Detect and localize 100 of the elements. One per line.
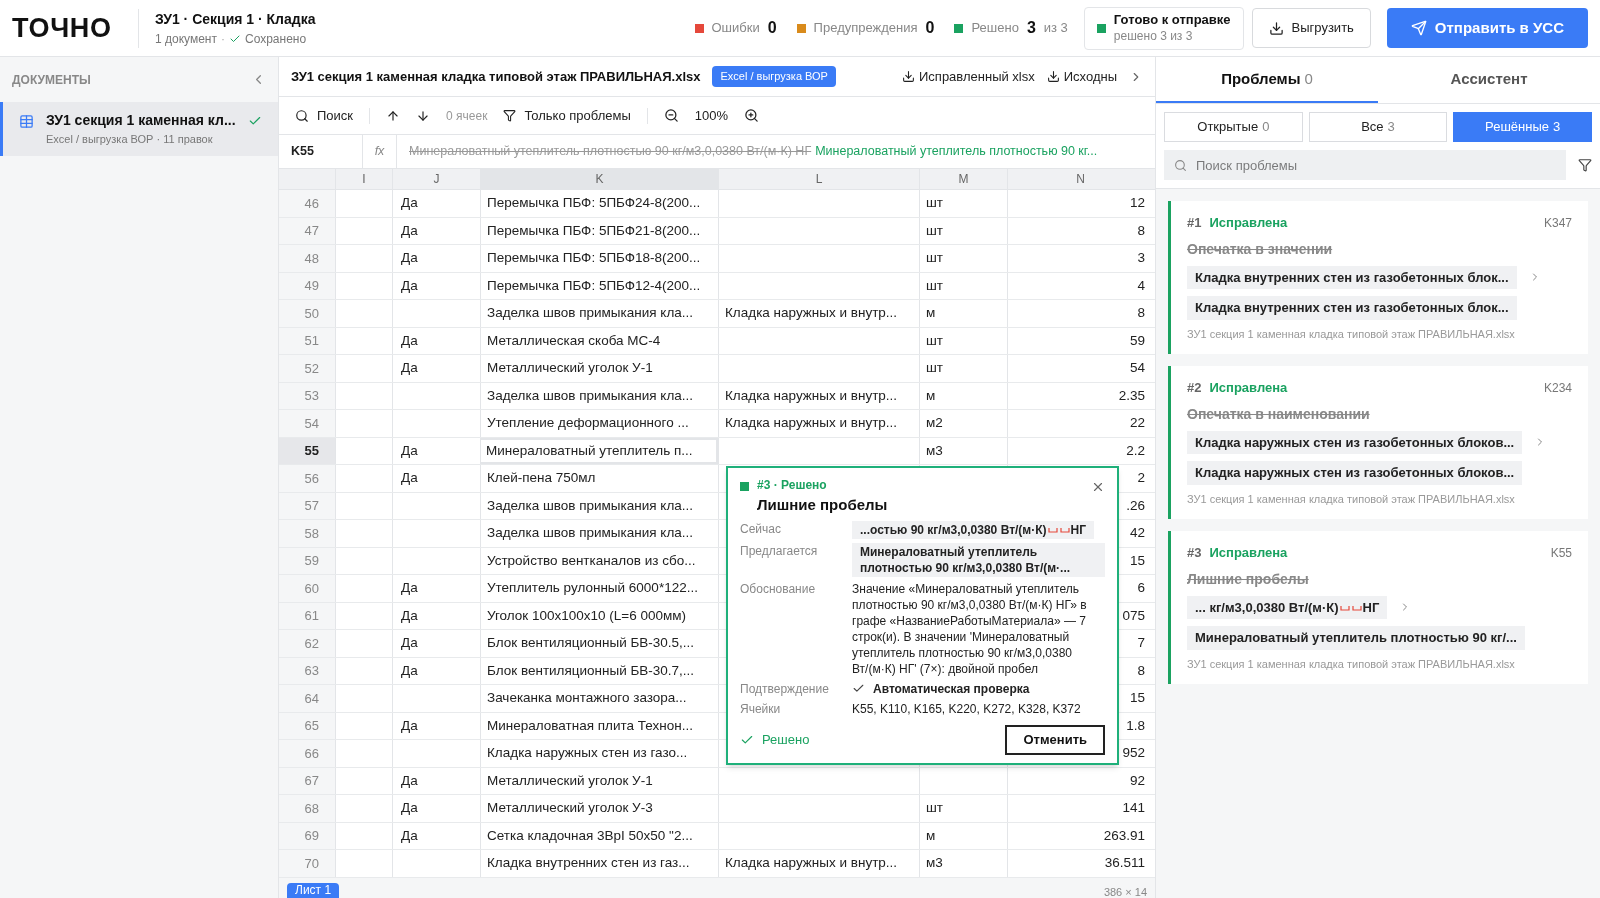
- table-cell-text: Минераловатный утеплитель п...: [486, 441, 693, 460]
- filter-segment[interactable]: Решённые 3: [1453, 112, 1592, 142]
- row-number: 54: [279, 410, 335, 437]
- row-number: 55: [279, 437, 335, 464]
- table-cell-text: Блок вентиляционный БВ-30.5,...: [487, 634, 695, 653]
- table-cell-text: Да: [401, 579, 418, 598]
- problem-search-field[interactable]: Поиск проблемы: [1164, 150, 1566, 180]
- table-cell-text: 54: [1129, 359, 1145, 378]
- table-cell-text: Клей-пена 750мл: [487, 469, 596, 488]
- send-icon: [1410, 20, 1427, 36]
- issue-title: Опечатка в наименовании: [1187, 404, 1371, 424]
- document-count: 1 документ: [155, 30, 217, 48]
- field-label: Ячейки: [740, 700, 782, 717]
- table-cell-text: Да: [401, 221, 418, 240]
- close-icon[interactable]: [1091, 480, 1105, 494]
- field-value: Значение «Минераловатный утеплитель плотностью 90 кг/м3,0,0380 Вт/(м·К) НГ» в графе «НазваниеРаботыМатериала» — 7 строк(и). В значении 'Минераловатный утеплитель плотностью 90 кг/м3,0,0380 Вт/(м·К) НГ' (7×): двойной пробел: [852, 580, 1088, 677]
- row-number: 66: [279, 740, 335, 767]
- panel-tab[interactable]: Ассистент: [1378, 57, 1600, 103]
- table-cell-text: 263.91: [1103, 826, 1145, 845]
- row-number: 49: [279, 272, 335, 299]
- original-value-chip: Кладка наружных стен из газобетонных блоков...: [1187, 430, 1523, 454]
- column-header[interactable]: I: [335, 169, 392, 189]
- table-cell-text: м: [926, 304, 936, 323]
- zoom-out-icon[interactable]: [663, 108, 679, 123]
- stat-value: 0: [767, 18, 777, 38]
- column-header[interactable]: L: [718, 169, 919, 189]
- search-button[interactable]: Поиск: [295, 105, 354, 126]
- problems-filter-button[interactable]: Только проблемы: [503, 105, 631, 126]
- row-number: 46: [279, 190, 335, 217]
- table-cell-text: Минераловатная плита Технон...: [487, 716, 693, 735]
- table-cell-text: Сетка кладочная 3ВрI 50x50 "2...: [487, 826, 693, 845]
- table-cell-text: Да: [401, 634, 418, 653]
- download-icon: [902, 70, 915, 83]
- table-cell-text: Утепление деформационного ...: [487, 414, 689, 433]
- table-cell-text: 075: [1122, 606, 1145, 625]
- row-number: 50: [279, 300, 335, 327]
- table-cell-text: .26: [1126, 496, 1145, 515]
- issue-card[interactable]: #2 Исправлена K234 Опечатка в наименовании Кладка наружных стен из газобетонных блоков... Кладка наружных стен из газобетонных блоков... ЗУ1 секция 1 каменная кладка типовой этаж ПРАВИЛЬНАЯ.xlsx: [1168, 366, 1588, 519]
- zoom-level: 100%: [694, 106, 728, 125]
- table-cell-text: Перемычка ПБФ: 5ПБФ21-8(200...: [487, 221, 701, 240]
- issue-card[interactable]: #1 Исправлена K347 Опечатка в значении Кладка внутренних стен из газобетонных блок... Кладка внутренних стен из газобетонных блок... ЗУ1 секция 1 каменная кладка типовой этаж ПРАВИЛЬНАЯ.xlsx: [1168, 201, 1588, 354]
- status-square-icon: [740, 482, 749, 491]
- export-button[interactable]: Выгрузить: [1251, 8, 1371, 48]
- table-cell-text: Да: [401, 194, 418, 213]
- issue-title: Лишние пробелы: [757, 495, 888, 515]
- zoom-in-icon[interactable]: [744, 108, 759, 123]
- issue-number: #3: [1187, 544, 1202, 562]
- double-space-marker-icon: [1047, 526, 1070, 535]
- filter-icon[interactable]: [1578, 158, 1592, 172]
- row-number: 48: [279, 245, 335, 272]
- send-button[interactable]: Отправить в УСС: [1386, 8, 1588, 48]
- sheet-size: 386 × 14: [1103, 885, 1147, 898]
- filter-segment[interactable]: Открытые 0: [1164, 112, 1303, 142]
- issue-file-name: ЗУ1 секция 1 каменная кладка типовой этаж ПРАВИЛЬНАЯ.xlsx: [1187, 656, 1516, 672]
- row-number: 61: [279, 602, 335, 629]
- row-number: 57: [279, 492, 335, 519]
- table-cell-text: 92: [1129, 771, 1145, 790]
- sheet-tab[interactable]: Лист 1: [287, 883, 340, 898]
- issue-cell-text: K234: [1543, 379, 1572, 397]
- field-label: Обоснование: [740, 580, 817, 598]
- table-cell-text: Да: [401, 359, 418, 378]
- column-header[interactable]: K: [480, 169, 718, 189]
- row-number: 65: [279, 712, 335, 739]
- new-value: Минераловатный утеплитель плотностью 90 кг...: [815, 143, 1098, 161]
- column-header[interactable]: N: [1007, 169, 1153, 189]
- table-cell-text: Перемычка ПБФ: 5ПБФ24-8(200...: [487, 194, 701, 213]
- table-cell-text: м: [926, 386, 936, 405]
- ready-title: Готово к отправке: [1113, 12, 1231, 29]
- document-meta: Excel / выгрузка ВОР · 11 правок: [46, 132, 214, 147]
- issue-card[interactable]: #3 Исправлена K55 Лишние пробелы ... кг/м3,0,0380 Вт/(м·К) НГ Минераловатный утеплитель плотностью 90 кг/... ЗУ1 секция 1 каменная кладка типовой этаж ПРАВИЛЬНАЯ.xlsx: [1168, 531, 1588, 684]
- row-number: 47: [279, 217, 335, 244]
- issue-status: Исправлена: [1209, 214, 1288, 232]
- table-cell-text: Металлическая скоба МС-4: [487, 331, 661, 350]
- old-value: Минераловатный утеплитель плотностью 90 кг/м3,0,0380 Вт/(м·К) НГ: [409, 143, 812, 161]
- undo-button[interactable]: Отменить: [1005, 724, 1105, 755]
- table-cell-text: 1.8: [1126, 716, 1145, 735]
- document-item[interactable]: ЗУ1 секция 1 каменная кл... Excel / выгрузка ВОР · 11 правок: [0, 102, 278, 156]
- table-cell-text: Кладка внутренних стен из газ...: [487, 854, 690, 873]
- issue-cell-text: K55: [1550, 544, 1572, 562]
- column-header[interactable]: M: [919, 169, 1007, 189]
- project-title: ЗУ1 · Секция 1 · Кладка: [155, 9, 316, 29]
- table-cell-text: 4: [1137, 276, 1145, 295]
- download-link[interactable]: Исходны: [1046, 66, 1117, 87]
- original-value-chip: Кладка внутренних стен из газобетонных блок...: [1187, 265, 1517, 289]
- filter-segment[interactable]: Все 3: [1308, 112, 1448, 142]
- table-cell-text: м3: [926, 854, 943, 873]
- download-link[interactable]: Исправленный xlsx: [902, 66, 1035, 87]
- table-cell-text: 59: [1129, 331, 1145, 350]
- table-cell-text: Металлический уголок У-3: [487, 799, 653, 818]
- row-number: 64: [279, 685, 335, 712]
- table-cell-text: 141: [1122, 799, 1145, 818]
- table-cell-text: Утеплитель рулонный 6000*122...: [487, 579, 698, 598]
- table-cell-text: шт: [926, 359, 943, 378]
- match-count: 0 ячеек: [446, 107, 488, 125]
- table-cell-text: Кладка наружных стен из газо...: [487, 744, 688, 763]
- file-name: ЗУ1 секция 1 каменная кладка типовой этаж ПРАВИЛЬНАЯ.xlsx: [291, 67, 701, 86]
- row-number: 56: [279, 465, 335, 492]
- table-cell-text: 42: [1129, 524, 1145, 543]
- table-cell-text: Уголок 100x100x10 (L=6 000мм): [487, 606, 687, 625]
- table-cell-text: Да: [401, 276, 418, 295]
